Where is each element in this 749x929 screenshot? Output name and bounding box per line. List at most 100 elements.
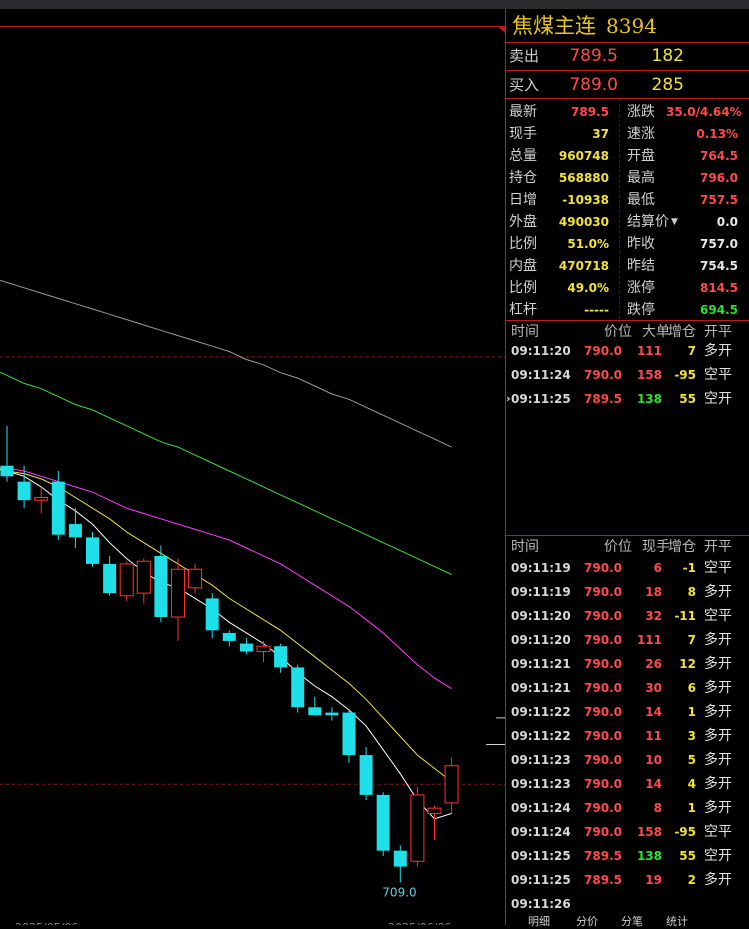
- candle[interactable]: [86, 532, 99, 567]
- cell-price: 790.0: [584, 633, 622, 647]
- detail-tabs: 明细 分价 分笔 统计: [506, 915, 749, 928]
- candle-body: [291, 667, 305, 708]
- candlestick-chart[interactable]: 709.0 2025/05/06 2025/06/06: [0, 9, 505, 925]
- table-row[interactable]: 09:11:21 790.0 30 6 多开: [506, 676, 749, 700]
- cell-size: 6: [653, 561, 662, 575]
- cell-size: 111: [636, 633, 662, 647]
- stat-value: 490030: [558, 215, 609, 229]
- cell-size: 138: [636, 849, 662, 863]
- stat-row: 现手 37 速涨 0.13%: [506, 123, 749, 145]
- candle[interactable]: [171, 558, 185, 641]
- cell-change: -11: [674, 609, 696, 623]
- table-row[interactable]: 09:11:20 790.0 111 7 多开: [506, 628, 749, 652]
- table-row[interactable]: 09:11:24 790.0 158 -95 空平: [506, 820, 749, 844]
- moving-average-line: [0, 371, 452, 575]
- cell-type: 多开: [704, 656, 732, 672]
- x-axis-tick-label: 2025/06/06: [388, 921, 451, 925]
- cell-size: 138: [636, 392, 662, 406]
- cell-price: 790.0: [584, 561, 622, 575]
- cell-change: 4: [687, 777, 696, 791]
- candle[interactable]: [51, 470, 65, 541]
- cell-time: 09:11:24: [511, 368, 571, 382]
- candle[interactable]: [274, 643, 288, 673]
- candle[interactable]: [359, 747, 373, 801]
- table-row[interactable]: 09:11:26: [506, 892, 749, 912]
- stat-value: 0.0: [716, 215, 738, 229]
- table-row[interactable]: 09:11:24 790.0 158 -95 空平: [506, 363, 749, 387]
- cell-type: 多开: [704, 584, 732, 600]
- candle-body: [376, 794, 390, 851]
- candle[interactable]: [154, 545, 168, 623]
- table-row[interactable]: 09:11:22 790.0 11 3 多开: [506, 724, 749, 748]
- stat-row: 持仓 568880 最高 796.0: [506, 167, 749, 189]
- cell-type: 空平: [704, 367, 732, 383]
- stat-value: 757.5: [700, 193, 738, 207]
- candle[interactable]: [205, 593, 219, 639]
- table-row[interactable]: 09:11:25 789.5 138 55 空开: [506, 844, 749, 868]
- stat-row: 日增 -10938 最低 757.5: [506, 189, 749, 211]
- sell-row[interactable]: 卖出 789.5 182: [506, 43, 749, 69]
- table-row[interactable]: 09:11:20 790.0 32 -11 空平: [506, 604, 749, 628]
- candle-body: [136, 560, 151, 594]
- stat-value: 960748: [558, 149, 609, 163]
- candle[interactable]: [256, 640, 271, 663]
- candle[interactable]: [103, 555, 117, 596]
- candle-body: [256, 645, 271, 653]
- candle[interactable]: [0, 425, 14, 482]
- candle[interactable]: [239, 638, 253, 655]
- candle-body: [427, 807, 442, 814]
- table-row[interactable]: 09:11:22 790.0 14 1 多开: [506, 700, 749, 724]
- candle[interactable]: [325, 707, 339, 721]
- candle[interactable]: [410, 786, 425, 867]
- table-row[interactable]: 09:11:23 790.0 14 4 多开: [506, 772, 749, 796]
- stat-label: 速涨: [627, 126, 655, 142]
- stat-row: 内盘 470718 昨结 754.5: [506, 255, 749, 277]
- stat-label: 昨收: [627, 236, 655, 252]
- table-row[interactable]: 09:11:21 790.0 26 12 多开: [506, 652, 749, 676]
- stat-value: 764.5: [700, 149, 738, 163]
- candle[interactable]: [291, 664, 305, 713]
- stat-value: 754.5: [700, 259, 738, 273]
- table-row[interactable]: 09:11:24 790.0 8 1 多开: [506, 796, 749, 820]
- candle-body: [34, 497, 49, 501]
- stat-value: 0.13%: [696, 127, 738, 141]
- tab-price-distribution[interactable]: 分价: [576, 915, 598, 929]
- candle[interactable]: [342, 709, 356, 764]
- table-row[interactable]: 09:11:19 790.0 6 -1 空平: [506, 556, 749, 580]
- cell-price: 790.0: [584, 344, 622, 358]
- stat-value: -----: [584, 303, 609, 317]
- table-row[interactable]: › 09:11:25 789.5 138 55 空开: [506, 387, 749, 411]
- buy-row[interactable]: 买入 789.0 285: [506, 72, 749, 98]
- cell-type: 多开: [704, 872, 732, 888]
- table-row[interactable]: 09:11:23 790.0 10 5 多开: [506, 748, 749, 772]
- candle-body: [325, 712, 339, 716]
- tab-detail[interactable]: 明细: [528, 915, 550, 929]
- candle[interactable]: [393, 845, 407, 883]
- stat-label: 外盘: [509, 214, 537, 230]
- candle[interactable]: [136, 558, 151, 604]
- tab-trades[interactable]: 分笔: [621, 915, 643, 929]
- stat-label: 日增: [509, 192, 537, 208]
- candle[interactable]: [119, 561, 134, 602]
- candle[interactable]: [308, 696, 322, 716]
- cell-change: 8: [687, 585, 696, 599]
- candle[interactable]: [222, 630, 236, 647]
- cell-change: 2: [687, 873, 696, 887]
- column-header-change: 增仓: [668, 539, 696, 555]
- table-row[interactable]: 09:11:20 790.0 111 7 多开: [506, 339, 749, 363]
- candle[interactable]: [444, 757, 459, 814]
- cell-type: 多开: [704, 680, 732, 696]
- cell-change: 55: [679, 849, 696, 863]
- candle[interactable]: [427, 805, 442, 841]
- cell-price: 790.0: [584, 368, 622, 382]
- candle[interactable]: [188, 563, 203, 594]
- table-row[interactable]: 09:11:19 790.0 18 8 多开: [506, 580, 749, 604]
- table-row[interactable]: 09:11:25 789.5 19 2 多开: [506, 868, 749, 892]
- cell-time: 09:11:23: [511, 777, 571, 791]
- cell-size: 14: [645, 777, 662, 791]
- stat-value: 568880: [558, 171, 609, 185]
- stat-value: -10938: [562, 193, 609, 207]
- tab-statistics[interactable]: 统计: [666, 915, 688, 929]
- top-toolbar: [0, 0, 749, 9]
- candle[interactable]: [376, 792, 390, 856]
